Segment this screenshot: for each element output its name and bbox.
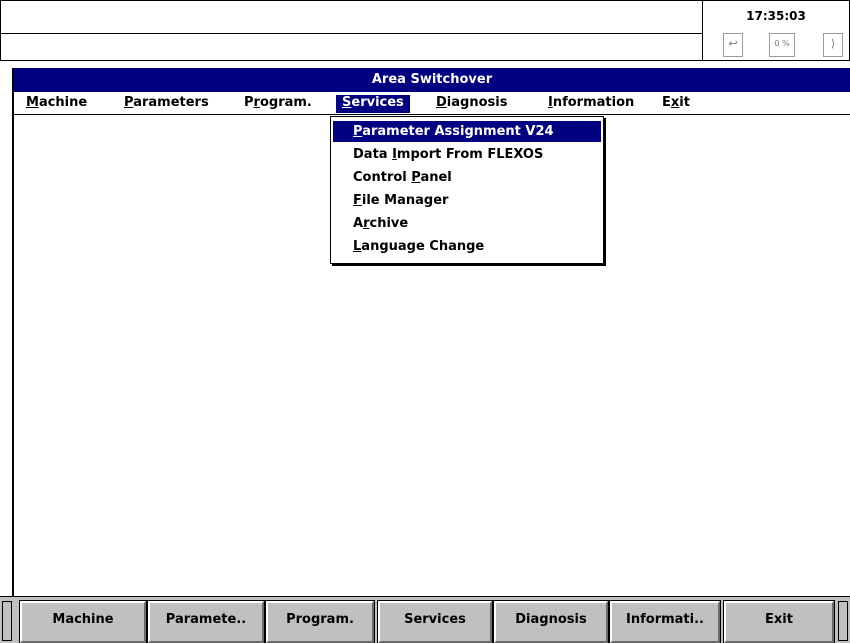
menu-item-control-panel[interactable]: Control Panel <box>333 167 601 188</box>
menu-information-rest: nformation <box>552 95 635 110</box>
menu-diagnosis-accel: D <box>436 95 447 110</box>
arrow-left-icon: ↩ <box>723 33 743 57</box>
item-0-accel: P <box>353 124 363 139</box>
item-2-pre: Control <box>353 170 412 185</box>
window-title: Area Switchover <box>14 68 850 92</box>
menu-exit[interactable]: Exit <box>656 95 696 113</box>
menu-parameters-rest: arameters <box>133 95 209 110</box>
menu-services-rest: ervices <box>351 95 404 110</box>
menu-machine-accel: M <box>26 95 39 110</box>
softkey-stub-right <box>838 601 848 641</box>
menu-machine[interactable]: Machine <box>20 95 93 113</box>
menu-information[interactable]: Information <box>542 95 640 113</box>
softkey-program[interactable]: Program. <box>265 600 375 643</box>
menu-program[interactable]: Program. <box>238 95 318 113</box>
menu-services-accel: S <box>342 95 352 110</box>
menu-machine-rest: achine <box>38 95 88 110</box>
item-1-pre: Data <box>353 147 393 162</box>
menu-parameters-accel: P <box>124 95 134 110</box>
menu-exit-rest: it <box>679 95 690 110</box>
status-line-2 <box>0 33 703 61</box>
menu-exit-pre: E <box>662 95 671 110</box>
softkey-stub-left <box>2 601 12 641</box>
item-3-rest: ile Manager <box>361 193 449 208</box>
item-4-pre: A <box>353 216 364 231</box>
menu-item-file-manager[interactable]: File Manager <box>333 190 601 211</box>
menu-diagnosis[interactable]: Diagnosis <box>430 95 513 113</box>
menu-bar: Machine Parameters Program. Services Dia… <box>14 92 850 115</box>
menu-item-parameter-assignment-v24[interactable]: Parameter Assignment V24 <box>333 121 601 142</box>
menu-program-pre: P <box>244 95 254 110</box>
softkey-services[interactable]: Services <box>377 600 493 643</box>
softkey-machine[interactable]: Machine <box>19 600 147 643</box>
clock-panel: 17:35:03 ↩ 0 % ⟩ <box>702 0 850 61</box>
menu-parameters[interactable]: Parameters <box>118 95 215 113</box>
clock: 17:35:03 <box>746 9 806 23</box>
services-dropdown: Parameter Assignment V24 Data Import Fro… <box>330 116 604 264</box>
menu-item-data-import-flexos[interactable]: Data Import From FLEXOS <box>333 144 601 165</box>
menu-services[interactable]: Services <box>336 95 410 113</box>
menu-item-archive[interactable]: Archive <box>333 213 601 234</box>
item-0-rest: arameter Assignment V24 <box>362 124 554 139</box>
menu-item-language-change[interactable]: Language Change <box>333 236 601 257</box>
softkey-diagnosis[interactable]: Diagnosis <box>493 600 609 643</box>
softkey-exit[interactable]: Exit <box>723 600 835 643</box>
softkey-parameters[interactable]: Paramete.. <box>147 600 265 643</box>
menu-diagnosis-rest: iagnosis <box>446 95 508 110</box>
status-line-1 <box>0 0 703 34</box>
percent-icon: 0 % <box>769 33 795 57</box>
bracket-right-icon: ⟩ <box>823 33 843 57</box>
item-4-rest: chive <box>369 216 409 231</box>
item-1-rest: mport From FLEXOS <box>396 147 544 162</box>
item-3-accel: F <box>353 193 362 208</box>
menu-program-rest: ogram. <box>259 95 312 110</box>
softkey-information[interactable]: Informati.. <box>609 600 721 643</box>
item-5-rest: anguage Change <box>361 239 485 254</box>
item-2-rest: anel <box>420 170 452 185</box>
softkey-bar: Machine Paramete.. Program. Services Dia… <box>0 596 850 643</box>
